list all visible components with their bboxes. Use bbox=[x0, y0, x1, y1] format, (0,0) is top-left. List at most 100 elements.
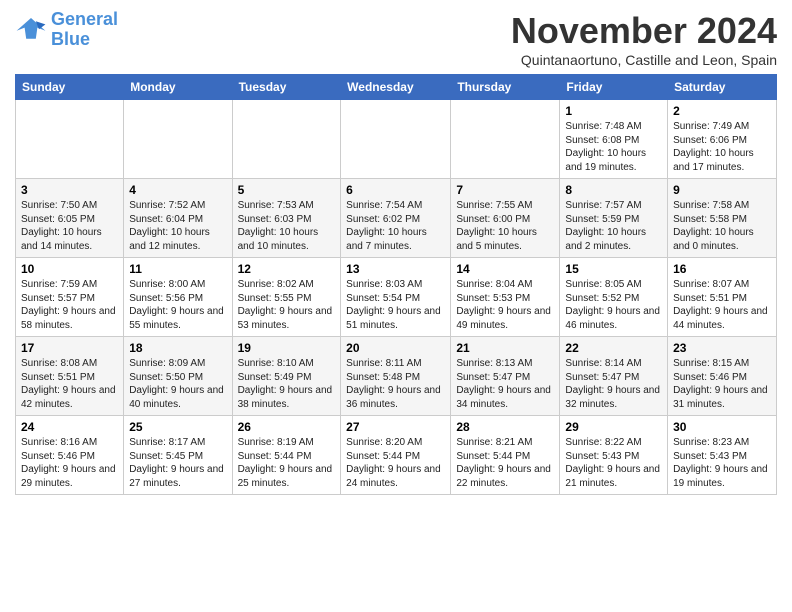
calendar-day-header: Sunday bbox=[16, 75, 124, 100]
logo-icon bbox=[15, 16, 47, 44]
calendar-day-header: Friday bbox=[560, 75, 668, 100]
day-number: 21 bbox=[456, 341, 554, 355]
calendar-cell: 22 Sunrise: 8:14 AM Sunset: 5:47 PM Dayli… bbox=[560, 337, 668, 416]
day-number: 20 bbox=[346, 341, 445, 355]
day-info: Sunrise: 8:14 AM Sunset: 5:47 PM Dayligh… bbox=[565, 357, 662, 411]
calendar-cell: 2 Sunrise: 7:49 AM Sunset: 6:06 PM Daylig… bbox=[668, 100, 777, 179]
day-number: 22 bbox=[565, 341, 662, 355]
calendar-day-header: Saturday bbox=[668, 75, 777, 100]
calendar-week-row: 24 Sunrise: 8:16 AM Sunset: 5:46 PM Dayli… bbox=[16, 416, 777, 495]
day-number: 30 bbox=[673, 420, 771, 434]
day-number: 8 bbox=[565, 183, 662, 197]
logo: GeneralBlue bbox=[15, 10, 118, 50]
day-number: 16 bbox=[673, 262, 771, 276]
calendar-cell: 15Sunrise: 8:05 AM Sunset: 5:52 PM Dayli… bbox=[560, 258, 668, 337]
calendar-cell: 9 Sunrise: 7:58 AM Sunset: 5:58 PM Daylig… bbox=[668, 179, 777, 258]
calendar-week-row: 3 Sunrise: 7:50 AM Sunset: 6:05 PM Daylig… bbox=[16, 179, 777, 258]
calendar-cell: 29 Sunrise: 8:22 AM Sunset: 5:43 PM Dayli… bbox=[560, 416, 668, 495]
calendar-day-header: Thursday bbox=[451, 75, 560, 100]
day-number: 26 bbox=[238, 420, 336, 434]
calendar-cell: 11 Sunrise: 8:00 AM Sunset: 5:56 PM Dayli… bbox=[124, 258, 232, 337]
day-number: 7 bbox=[456, 183, 554, 197]
day-info: Sunrise: 8:17 AM Sunset: 5:45 PM Dayligh… bbox=[129, 436, 226, 490]
day-info: Sunrise: 8:00 AM Sunset: 5:56 PM Dayligh… bbox=[129, 278, 226, 332]
day-info: Sunrise: 8:21 AM Sunset: 5:44 PM Dayligh… bbox=[456, 436, 554, 490]
calendar-cell: 7 Sunrise: 7:55 AM Sunset: 6:00 PM Daylig… bbox=[451, 179, 560, 258]
day-info: Sunrise: 7:55 AM Sunset: 6:00 PM Dayligh… bbox=[456, 199, 554, 253]
calendar-cell: 19Sunrise: 8:10 AM Sunset: 5:49 PM Dayli… bbox=[232, 337, 341, 416]
day-number: 18 bbox=[129, 341, 226, 355]
day-info: Sunrise: 8:09 AM Sunset: 5:50 PM Dayligh… bbox=[129, 357, 226, 411]
calendar-cell: 24 Sunrise: 8:16 AM Sunset: 5:46 PM Dayli… bbox=[16, 416, 124, 495]
calendar-cell: 3 Sunrise: 7:50 AM Sunset: 6:05 PM Daylig… bbox=[16, 179, 124, 258]
page-header: GeneralBlue November 2024 Quintanaortuno… bbox=[15, 10, 777, 68]
day-info: Sunrise: 8:20 AM Sunset: 5:44 PM Dayligh… bbox=[346, 436, 445, 490]
day-number: 24 bbox=[21, 420, 118, 434]
day-info: Sunrise: 8:04 AM Sunset: 5:53 PM Dayligh… bbox=[456, 278, 554, 332]
calendar-cell: 18 Sunrise: 8:09 AM Sunset: 5:50 PM Dayli… bbox=[124, 337, 232, 416]
calendar-week-row: 1Sunrise: 7:48 AM Sunset: 6:08 PM Daylig… bbox=[16, 100, 777, 179]
day-number: 23 bbox=[673, 341, 771, 355]
day-info: Sunrise: 8:16 AM Sunset: 5:46 PM Dayligh… bbox=[21, 436, 118, 490]
day-number: 3 bbox=[21, 183, 118, 197]
day-number: 10 bbox=[21, 262, 118, 276]
day-number: 17 bbox=[21, 341, 118, 355]
calendar-week-row: 17 Sunrise: 8:08 AM Sunset: 5:51 PM Dayli… bbox=[16, 337, 777, 416]
day-info: Sunrise: 8:19 AM Sunset: 5:44 PM Dayligh… bbox=[238, 436, 336, 490]
location: Quintanaortuno, Castille and Leon, Spain bbox=[511, 52, 777, 68]
calendar-cell: 25 Sunrise: 8:17 AM Sunset: 5:45 PM Dayli… bbox=[124, 416, 232, 495]
day-number: 2 bbox=[673, 104, 771, 118]
day-info: Sunrise: 8:23 AM Sunset: 5:43 PM Dayligh… bbox=[673, 436, 771, 490]
calendar-cell: 27Sunrise: 8:20 AM Sunset: 5:44 PM Dayli… bbox=[341, 416, 451, 495]
calendar-cell: 4 Sunrise: 7:52 AM Sunset: 6:04 PM Daylig… bbox=[124, 179, 232, 258]
day-number: 14 bbox=[456, 262, 554, 276]
day-number: 12 bbox=[238, 262, 336, 276]
day-info: Sunrise: 8:11 AM Sunset: 5:48 PM Dayligh… bbox=[346, 357, 445, 411]
day-info: Sunrise: 7:50 AM Sunset: 6:05 PM Dayligh… bbox=[21, 199, 118, 253]
day-info: Sunrise: 8:07 AM Sunset: 5:51 PM Dayligh… bbox=[673, 278, 771, 332]
calendar-cell: 26 Sunrise: 8:19 AM Sunset: 5:44 PM Dayli… bbox=[232, 416, 341, 495]
calendar-cell bbox=[341, 100, 451, 179]
calendar-cell: 23 Sunrise: 8:15 AM Sunset: 5:46 PM Dayli… bbox=[668, 337, 777, 416]
day-info: Sunrise: 8:15 AM Sunset: 5:46 PM Dayligh… bbox=[673, 357, 771, 411]
day-info: Sunrise: 7:49 AM Sunset: 6:06 PM Dayligh… bbox=[673, 120, 771, 174]
calendar-cell: 1Sunrise: 7:48 AM Sunset: 6:08 PM Daylig… bbox=[560, 100, 668, 179]
day-number: 4 bbox=[129, 183, 226, 197]
day-info: Sunrise: 7:54 AM Sunset: 6:02 PM Dayligh… bbox=[346, 199, 445, 253]
calendar-cell: 21 Sunrise: 8:13 AM Sunset: 5:47 PM Dayli… bbox=[451, 337, 560, 416]
calendar-cell: 12 Sunrise: 8:02 AM Sunset: 5:55 PM Dayli… bbox=[232, 258, 341, 337]
day-info: Sunrise: 7:53 AM Sunset: 6:03 PM Dayligh… bbox=[238, 199, 336, 253]
calendar-cell: 10Sunrise: 7:59 AM Sunset: 5:57 PM Dayli… bbox=[16, 258, 124, 337]
day-number: 25 bbox=[129, 420, 226, 434]
calendar-cell bbox=[232, 100, 341, 179]
day-number: 11 bbox=[129, 262, 226, 276]
calendar-table: SundayMondayTuesdayWednesdayThursdayFrid… bbox=[15, 74, 777, 495]
calendar-cell bbox=[16, 100, 124, 179]
calendar-cell: 30 Sunrise: 8:23 AM Sunset: 5:43 PM Dayli… bbox=[668, 416, 777, 495]
day-number: 5 bbox=[238, 183, 336, 197]
calendar-cell: 14 Sunrise: 8:04 AM Sunset: 5:53 PM Dayli… bbox=[451, 258, 560, 337]
day-info: Sunrise: 7:57 AM Sunset: 5:59 PM Dayligh… bbox=[565, 199, 662, 253]
calendar-week-row: 10Sunrise: 7:59 AM Sunset: 5:57 PM Dayli… bbox=[16, 258, 777, 337]
calendar-cell: 6 Sunrise: 7:54 AM Sunset: 6:02 PM Daylig… bbox=[341, 179, 451, 258]
day-number: 9 bbox=[673, 183, 771, 197]
calendar-cell bbox=[124, 100, 232, 179]
day-number: 13 bbox=[346, 262, 445, 276]
day-info: Sunrise: 8:05 AM Sunset: 5:52 PM Dayligh… bbox=[565, 278, 662, 332]
day-number: 1 bbox=[565, 104, 662, 118]
day-info: Sunrise: 8:13 AM Sunset: 5:47 PM Dayligh… bbox=[456, 357, 554, 411]
day-info: Sunrise: 8:02 AM Sunset: 5:55 PM Dayligh… bbox=[238, 278, 336, 332]
day-info: Sunrise: 7:52 AM Sunset: 6:04 PM Dayligh… bbox=[129, 199, 226, 253]
day-number: 29 bbox=[565, 420, 662, 434]
day-info: Sunrise: 7:58 AM Sunset: 5:58 PM Dayligh… bbox=[673, 199, 771, 253]
logo-text: GeneralBlue bbox=[51, 10, 118, 50]
calendar-cell: 13Sunrise: 8:03 AM Sunset: 5:54 PM Dayli… bbox=[341, 258, 451, 337]
day-number: 6 bbox=[346, 183, 445, 197]
month-title: November 2024 bbox=[511, 10, 777, 52]
day-number: 28 bbox=[456, 420, 554, 434]
day-info: Sunrise: 8:08 AM Sunset: 5:51 PM Dayligh… bbox=[21, 357, 118, 411]
title-block: November 2024 Quintanaortuno, Castille a… bbox=[511, 10, 777, 68]
calendar-cell: 8 Sunrise: 7:57 AM Sunset: 5:59 PM Daylig… bbox=[560, 179, 668, 258]
day-info: Sunrise: 8:22 AM Sunset: 5:43 PM Dayligh… bbox=[565, 436, 662, 490]
day-info: Sunrise: 8:10 AM Sunset: 5:49 PM Dayligh… bbox=[238, 357, 336, 411]
